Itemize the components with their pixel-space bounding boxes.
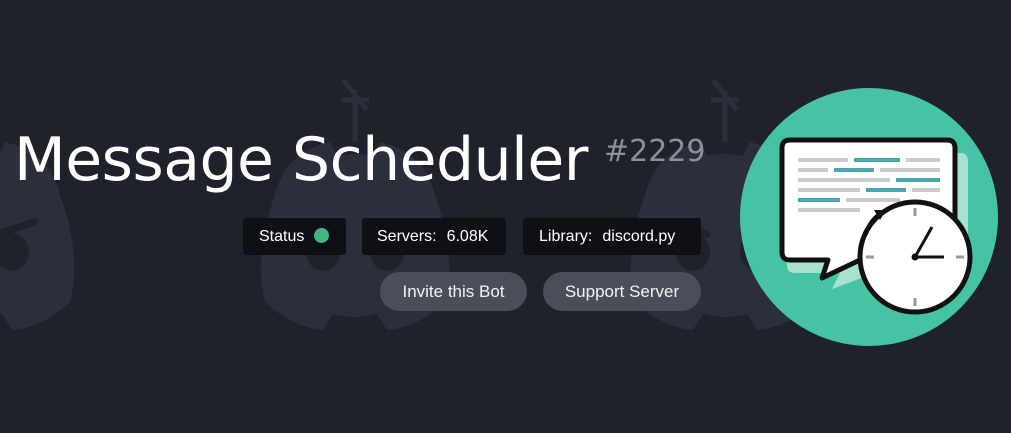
library-stat: Library: discord.py	[523, 218, 701, 255]
servers-stat: Servers: 6.08K	[362, 218, 506, 255]
library-label: Library:	[539, 228, 593, 245]
bot-name: Message Scheduler	[14, 125, 588, 195]
support-server-button[interactable]: Support Server	[543, 272, 701, 311]
bot-id-tag: #2229	[604, 134, 706, 169]
message-scheduler-avatar	[740, 88, 998, 346]
library-value: discord.py	[602, 228, 676, 245]
invite-bot-button[interactable]: Invite this Bot	[380, 272, 527, 311]
servers-label: Servers:	[377, 228, 437, 245]
discord-logo-icon	[0, 80, 74, 330]
status-badge: Status	[243, 218, 346, 255]
clock-icon	[857, 199, 973, 315]
status-label: Status	[259, 228, 305, 245]
status-online-icon	[314, 228, 330, 243]
servers-value: 6.08K	[446, 228, 489, 245]
